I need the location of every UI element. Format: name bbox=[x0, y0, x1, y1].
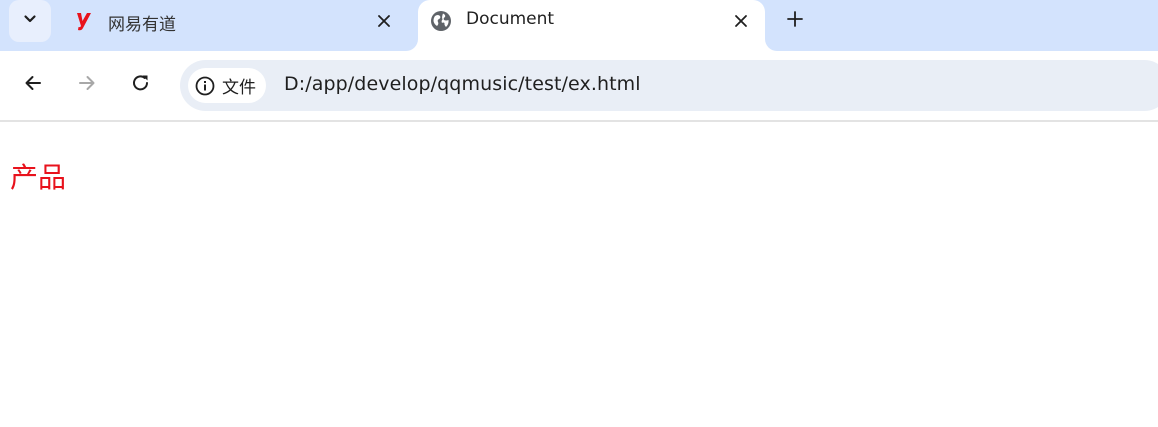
site-info-chip[interactable]: 文件 bbox=[188, 68, 266, 103]
arrow-right-icon bbox=[77, 73, 97, 97]
arrow-left-icon bbox=[23, 73, 43, 97]
back-button[interactable] bbox=[17, 69, 49, 101]
url-text[interactable]: D:/app/develop/qqmusic/test/ex.html bbox=[284, 73, 641, 95]
globe-icon bbox=[429, 9, 453, 33]
tab-title: 网易有道 bbox=[108, 15, 176, 35]
new-tab-button[interactable] bbox=[781, 7, 809, 35]
browser-window: 网易有道 Document 文件 D:/app/develop/qqmusic/… bbox=[0, 0, 1158, 427]
chevron-down-icon bbox=[22, 11, 38, 31]
tab-document[interactable]: Document bbox=[418, 0, 765, 51]
close-icon[interactable] bbox=[374, 11, 394, 31]
tab-search-button[interactable] bbox=[9, 0, 51, 42]
reload-icon bbox=[131, 73, 151, 97]
tab-title: Document bbox=[466, 9, 555, 29]
info-circle-icon bbox=[194, 75, 216, 97]
toolbar: 文件 D:/app/develop/qqmusic/test/ex.html bbox=[0, 51, 1158, 120]
forward-button[interactable] bbox=[71, 69, 103, 101]
close-icon[interactable] bbox=[731, 11, 751, 31]
tab-strip: 网易有道 Document bbox=[0, 0, 1158, 51]
page-viewport: 产品 bbox=[0, 122, 1158, 427]
page-heading: 产品 bbox=[10, 161, 67, 194]
tab-youdao[interactable]: 网易有道 bbox=[62, 0, 412, 42]
address-bar[interactable]: 文件 D:/app/develop/qqmusic/test/ex.html bbox=[180, 60, 1158, 111]
youdao-y-icon bbox=[72, 9, 96, 33]
plus-icon bbox=[786, 10, 804, 32]
security-label: 文件 bbox=[222, 78, 256, 98]
reload-button[interactable] bbox=[125, 69, 157, 101]
